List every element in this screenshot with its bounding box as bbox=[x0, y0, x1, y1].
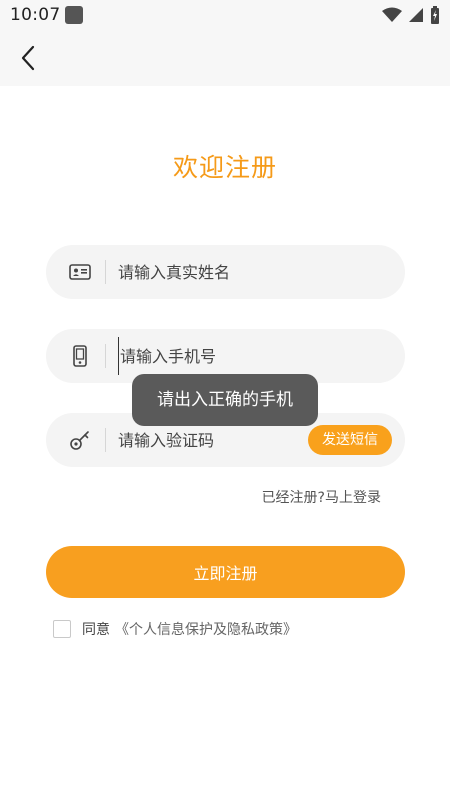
chevron-left-icon bbox=[21, 45, 35, 71]
phone-icon bbox=[73, 345, 87, 367]
login-link[interactable]: 已经注册?马上登录 bbox=[262, 487, 381, 507]
name-input[interactable] bbox=[118, 253, 338, 291]
toast-message: 请出入正确的手机 bbox=[132, 374, 318, 426]
phone-input[interactable] bbox=[118, 337, 338, 375]
wifi-icon bbox=[382, 7, 402, 22]
status-icons bbox=[382, 6, 440, 24]
send-sms-button[interactable]: 发送短信 bbox=[308, 425, 392, 455]
agreement-row: 同意 《个人信息保护及隐私政策》 bbox=[53, 618, 297, 640]
agree-checkbox[interactable] bbox=[53, 620, 71, 638]
back-button[interactable] bbox=[10, 40, 46, 76]
page-title: 欢迎注册 bbox=[172, 153, 277, 182]
status-time: 10:07 bbox=[10, 5, 61, 25]
privacy-policy-link[interactable]: 《个人信息保护及隐私政策》 bbox=[115, 619, 297, 639]
key-icon bbox=[70, 431, 89, 450]
register-button[interactable]: 立即注册 bbox=[46, 546, 405, 598]
field-divider bbox=[105, 428, 106, 452]
battery-icon bbox=[431, 6, 439, 24]
id-card-icon bbox=[69, 264, 91, 280]
signal-icon bbox=[409, 8, 423, 22]
app-bar bbox=[0, 30, 450, 86]
status-bar: 10:07 bbox=[0, 0, 450, 30]
field-divider bbox=[105, 344, 106, 368]
field-divider bbox=[105, 260, 106, 284]
code-input[interactable] bbox=[118, 421, 338, 459]
notification-app-icon bbox=[65, 6, 83, 24]
name-field bbox=[46, 245, 405, 299]
agree-label: 同意 bbox=[82, 622, 110, 638]
